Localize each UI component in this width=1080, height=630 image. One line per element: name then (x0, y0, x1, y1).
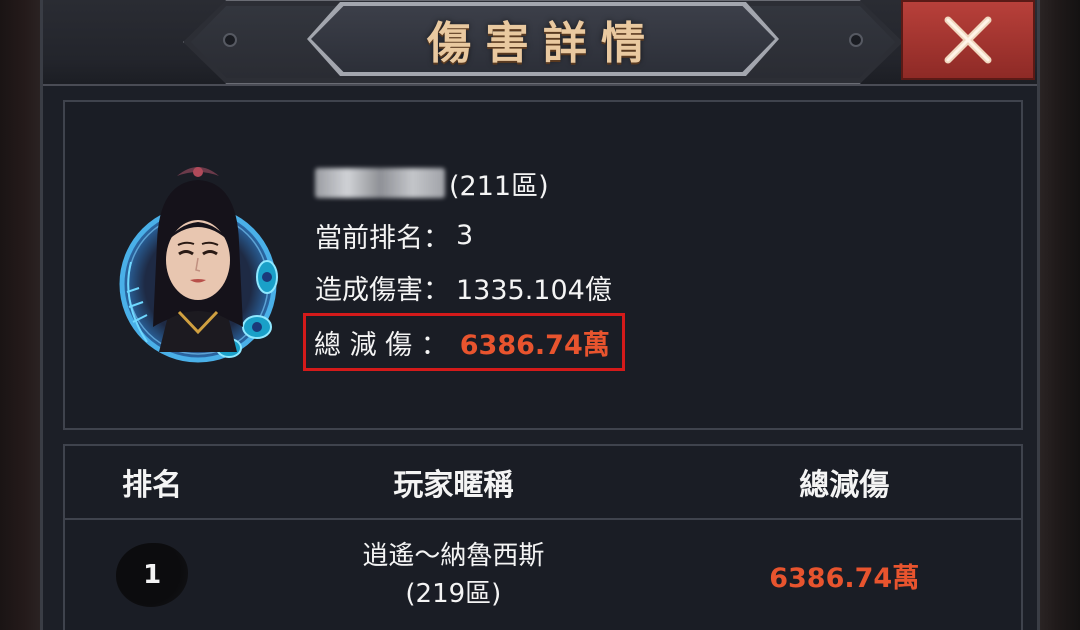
row-total-reduction: 6386.74萬 (769, 562, 920, 594)
damage-dealt-value: 1335.104億 (456, 274, 612, 306)
current-rank-label: 當前排名： (315, 222, 450, 254)
player-info-box: (211區) 當前排名： 3 造成傷害： 1335.104億 總 減 傷 ： 6… (63, 100, 1023, 430)
damage-dealt-line: 造成傷害： 1335.104億 (315, 261, 625, 313)
player-name-line: (211區) (315, 157, 625, 209)
player-name-blurred (315, 168, 445, 198)
character-portrait-icon (117, 152, 279, 364)
current-rank-line: 當前排名： 3 (315, 209, 625, 261)
total-reduction-highlight: 總 減 傷 ： 6386.74萬 (303, 313, 625, 371)
ornament-stud-right (849, 33, 863, 47)
header-rank: 排名 (122, 468, 183, 503)
header-player-name: 玩家暱稱 (393, 468, 514, 503)
current-rank-value: 3 (456, 219, 474, 251)
player-server: (211區) (449, 170, 549, 202)
dialog-header: 傷害詳情 (43, 0, 1037, 86)
damage-dealt-label: 造成傷害： (315, 274, 450, 306)
total-reduction-value: 6386.74萬 (459, 329, 610, 361)
reduction-cell: 6386.74萬 (667, 556, 1021, 595)
row-player-name: 逍遙〜納魯西斯 (362, 541, 545, 571)
table-row[interactable]: 1 逍遙〜納魯西斯 (219區) 6386.74萬 (65, 520, 1021, 630)
table-header: 排名 玩家暱稱 總減傷 (65, 446, 1021, 520)
background-right (1040, 0, 1080, 630)
player-name-cell: 逍遙〜納魯西斯 (219區) (239, 537, 667, 613)
ranking-table: 排名 玩家暱稱 總減傷 1 逍遙〜納魯西斯 (219區) 6386.74萬 (63, 444, 1023, 630)
rank-cell: 1 (65, 543, 239, 607)
damage-details-dialog: 傷害詳情 (211區) 當前排名： 3 造成傷害： 1335.104億 總 減 … (40, 0, 1040, 630)
rank-badge: 1 (116, 543, 189, 607)
ornament-stud-left (223, 33, 237, 47)
header-total-reduction: 總減傷 (799, 468, 890, 503)
dialog-title: 傷害詳情 (427, 18, 659, 69)
close-button[interactable] (901, 0, 1035, 80)
row-player-server: (219區) (405, 579, 502, 609)
background-left (0, 0, 40, 630)
player-info-lines: (211區) 當前排名： 3 造成傷害： 1335.104億 總 減 傷 ： 6… (303, 157, 625, 371)
total-reduction-label: 總 減 傷 ： (314, 329, 448, 361)
close-x-icon (944, 16, 992, 64)
